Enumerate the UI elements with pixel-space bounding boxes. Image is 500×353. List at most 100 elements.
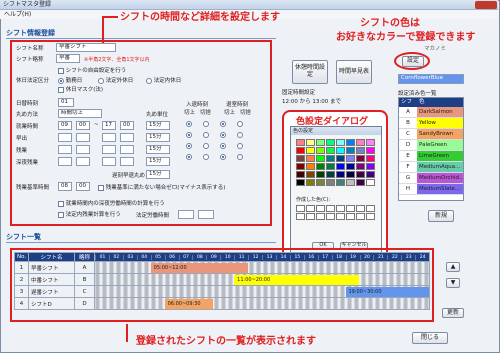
table-row[interactable]: 3 遅番シフト C 19:00~30:00 bbox=[14, 285, 430, 298]
color-list-item[interactable]: B Yellow bbox=[399, 118, 463, 129]
palette-swatch[interactable] bbox=[356, 179, 365, 186]
custom-swatch[interactable] bbox=[356, 213, 365, 220]
shift-bar[interactable]: 05:00~12:00 bbox=[150, 263, 249, 273]
palette-swatch[interactable] bbox=[296, 155, 305, 162]
new-button[interactable]: 新規 bbox=[428, 210, 454, 222]
name-field[interactable]: 早番シフト bbox=[56, 43, 116, 52]
palette-swatch[interactable] bbox=[306, 155, 315, 162]
time-from-min[interactable] bbox=[76, 145, 90, 154]
time-from-min[interactable]: 00 bbox=[76, 121, 90, 130]
palette-swatch[interactable] bbox=[336, 179, 345, 186]
custom-swatch[interactable] bbox=[346, 213, 355, 220]
palette-swatch[interactable] bbox=[326, 171, 335, 178]
palette-swatch[interactable] bbox=[346, 139, 355, 146]
time-from-hour[interactable]: 09 bbox=[58, 121, 72, 130]
time-from-min[interactable] bbox=[76, 157, 90, 166]
time-unit-select[interactable]: 15分 bbox=[146, 121, 170, 130]
rounding-radio-grid[interactable] bbox=[186, 121, 256, 167]
holiday-mask-checkbox[interactable]: 休日マスク(法) bbox=[58, 85, 103, 93]
table-row[interactable]: 2 中番シフト B 11:00~20:00 bbox=[14, 273, 430, 286]
color-palette[interactable] bbox=[291, 135, 381, 190]
daychange-field[interactable]: 01 bbox=[58, 98, 74, 107]
palette-swatch[interactable] bbox=[336, 147, 345, 154]
time-to-min[interactable]: 00 bbox=[120, 121, 134, 130]
color-list-item[interactable]: G MediumOrchid... bbox=[399, 173, 463, 184]
shift-bar[interactable]: 06:00~09:30 bbox=[164, 299, 214, 309]
holiday-radio-legal[interactable]: 法定内休日 bbox=[146, 76, 181, 84]
palette-swatch[interactable] bbox=[306, 179, 315, 186]
palette-swatch[interactable] bbox=[296, 147, 305, 154]
time-unit-select[interactable]: 15分 bbox=[146, 145, 170, 154]
holiday-radio-workday[interactable]: 勤務日 bbox=[58, 76, 82, 84]
holiday-radio-nonlegal[interactable]: 法定外休日 bbox=[98, 76, 133, 84]
custom-swatch[interactable] bbox=[326, 205, 335, 212]
custom-swatch[interactable] bbox=[336, 213, 345, 220]
palette-swatch[interactable] bbox=[346, 171, 355, 178]
time-unit-select[interactable]: 15分 bbox=[146, 157, 170, 166]
close-button[interactable]: 閉じる bbox=[412, 332, 448, 344]
shift-bar[interactable]: 19:00~30:00 bbox=[345, 287, 429, 297]
table-row[interactable]: 1 早番シフト A 05:00~12:00 bbox=[14, 261, 430, 274]
palette-swatch[interactable] bbox=[316, 179, 325, 186]
rounding-select[interactable]: 時間切上 bbox=[58, 109, 102, 118]
palette-swatch[interactable] bbox=[326, 139, 335, 146]
move-up-button[interactable]: ▲ bbox=[446, 262, 460, 272]
move-down-button[interactable]: ▼ bbox=[446, 278, 460, 288]
palette-swatch[interactable] bbox=[366, 179, 375, 186]
palette-swatch[interactable] bbox=[356, 163, 365, 170]
abbr-field[interactable]: 早番 bbox=[56, 54, 80, 63]
update-button[interactable]: 更新 bbox=[442, 308, 464, 318]
custom-swatch[interactable] bbox=[346, 205, 355, 212]
base-min[interactable]: 00 bbox=[76, 182, 90, 191]
custom-swatch[interactable] bbox=[336, 205, 345, 212]
break-time-button[interactable]: 休憩時間設定 bbox=[292, 60, 328, 84]
palette-swatch[interactable] bbox=[296, 179, 305, 186]
palette-swatch[interactable] bbox=[366, 155, 375, 162]
auto-setting-checkbox[interactable]: シフトの自由設定を行う bbox=[58, 66, 126, 74]
custom-swatch[interactable] bbox=[366, 213, 375, 220]
base-hour[interactable]: 08 bbox=[58, 182, 72, 191]
time-to-hour[interactable] bbox=[102, 157, 116, 166]
time-to-hour[interactable] bbox=[102, 145, 116, 154]
custom-swatch[interactable] bbox=[306, 213, 315, 220]
palette-swatch[interactable] bbox=[356, 171, 365, 178]
palette-swatch[interactable] bbox=[366, 139, 375, 146]
custom-swatch[interactable] bbox=[306, 205, 315, 212]
time-from-hour[interactable] bbox=[58, 145, 72, 154]
time-to-hour[interactable] bbox=[102, 133, 116, 142]
palette-swatch[interactable] bbox=[306, 139, 315, 146]
palette-swatch[interactable] bbox=[326, 147, 335, 154]
palette-swatch[interactable] bbox=[316, 171, 325, 178]
palette-swatch[interactable] bbox=[336, 155, 345, 162]
legal-overtime-checkbox[interactable]: 法定内残業計算を行う bbox=[58, 210, 121, 218]
time-to-min[interactable] bbox=[120, 157, 134, 166]
color-list-item[interactable]: E LimeGreen bbox=[399, 151, 463, 162]
color-list-item[interactable]: D PaleGreen bbox=[399, 140, 463, 151]
lateness-select[interactable]: 15分 bbox=[146, 170, 170, 179]
time-from-hour[interactable] bbox=[58, 157, 72, 166]
palette-swatch[interactable] bbox=[316, 163, 325, 170]
palette-swatch[interactable] bbox=[326, 179, 335, 186]
color-list-item[interactable]: C SandyBrown bbox=[399, 129, 463, 140]
palette-swatch[interactable] bbox=[326, 155, 335, 162]
custom-palette[interactable] bbox=[291, 203, 381, 222]
time-unit-select[interactable]: 15分 bbox=[146, 133, 170, 142]
palette-swatch[interactable] bbox=[356, 147, 365, 154]
palette-swatch[interactable] bbox=[306, 147, 315, 154]
custom-swatch[interactable] bbox=[296, 205, 305, 212]
time-from-hour[interactable] bbox=[58, 133, 72, 142]
palette-swatch[interactable] bbox=[356, 155, 365, 162]
palette-swatch[interactable] bbox=[316, 147, 325, 154]
palette-swatch[interactable] bbox=[296, 171, 305, 178]
palette-swatch[interactable] bbox=[306, 171, 315, 178]
palette-swatch[interactable] bbox=[366, 147, 375, 154]
palette-swatch[interactable] bbox=[366, 171, 375, 178]
palette-swatch[interactable] bbox=[316, 139, 325, 146]
palette-swatch[interactable] bbox=[296, 139, 305, 146]
palette-swatch[interactable] bbox=[346, 163, 355, 170]
time-from-min[interactable] bbox=[76, 133, 90, 142]
legal-hours-field[interactable] bbox=[178, 210, 194, 219]
set-color-button[interactable]: 設定 bbox=[402, 56, 424, 67]
legal-min-field[interactable] bbox=[198, 210, 214, 219]
palette-swatch[interactable] bbox=[306, 163, 315, 170]
